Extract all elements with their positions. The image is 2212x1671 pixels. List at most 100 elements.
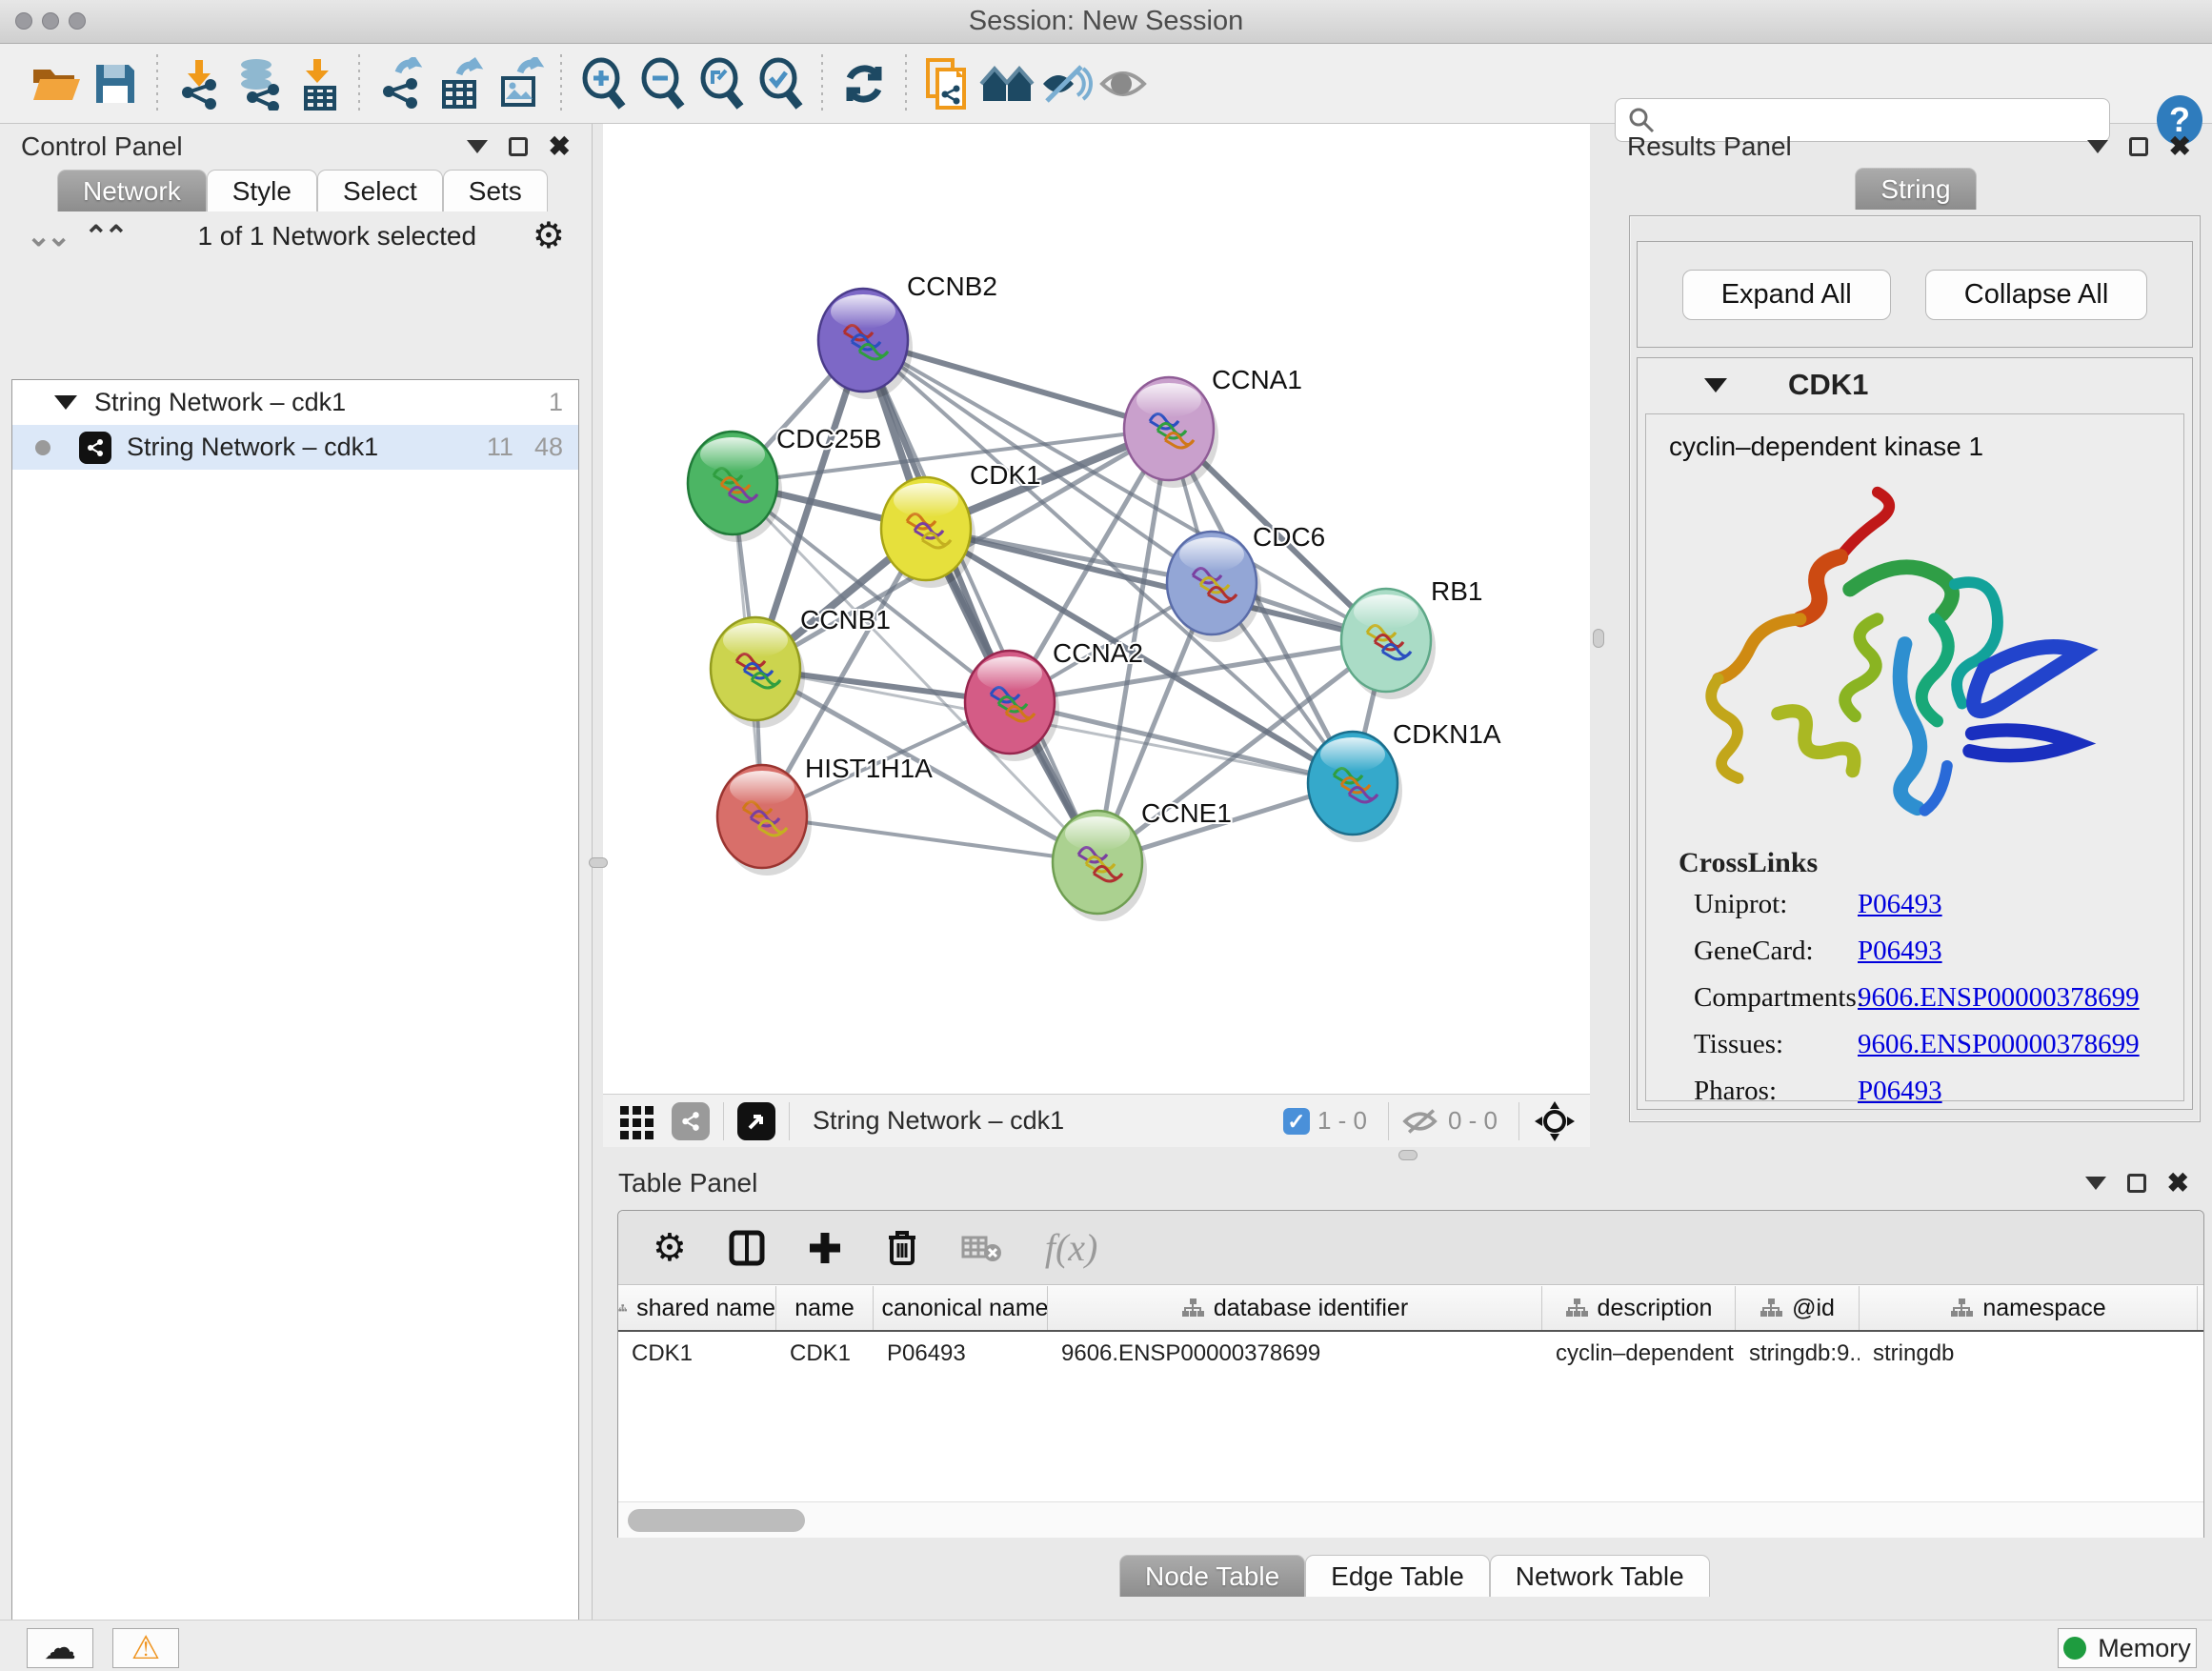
table-row[interactable]: CDK1CDK1P064939606.ENSP00000378699cyclin… — [618, 1332, 2203, 1376]
cell-database-identifier[interactable]: 9606.ENSP00000378699 — [1048, 1340, 1542, 1367]
panel-menu-icon[interactable] — [467, 140, 488, 153]
network-node-CDC6[interactable]: CDC6 — [1167, 522, 1325, 642]
cell-canonical-name[interactable]: P06493 — [874, 1340, 1048, 1367]
zoom-in-button[interactable] — [573, 54, 633, 113]
pharos-link[interactable]: P06493 — [1858, 1076, 1942, 1107]
column-header-description[interactable]: description — [1542, 1286, 1736, 1330]
network-badge-icon[interactable] — [672, 1102, 710, 1140]
tab-network-table[interactable]: Network Table — [1490, 1555, 1710, 1597]
network-overview-button[interactable] — [977, 54, 1036, 113]
export-network-button[interactable] — [372, 54, 431, 113]
panel-float-icon[interactable] — [2129, 137, 2148, 156]
cloud-button[interactable]: ☁ — [27, 1628, 93, 1668]
expand-all-networks-icon[interactable]: ⌄⌄ — [27, 220, 67, 253]
show-columns-icon[interactable] — [729, 1230, 765, 1266]
collapse-triangle-icon[interactable] — [54, 395, 77, 410]
network-options-gear-icon[interactable]: ⚙ — [533, 218, 565, 254]
import-network-from-database-button[interactable] — [229, 54, 288, 113]
column-header-name[interactable]: name — [776, 1286, 874, 1330]
network-name: String Network – cdk1 — [127, 433, 378, 462]
network-view-canvas[interactable]: CCNB2CCNA1CDC25BCDK1CDC6RB1CCNB1CCNA2CDK… — [603, 124, 1590, 1094]
save-session-button[interactable] — [86, 54, 145, 113]
birds-eye-crosshair-icon[interactable] — [1533, 1099, 1577, 1143]
tab-node-table[interactable]: Node Table — [1119, 1555, 1305, 1597]
delete-table-icon[interactable] — [961, 1232, 1003, 1264]
close-window-button[interactable] — [15, 12, 32, 30]
column-header-@id[interactable]: @id — [1736, 1286, 1860, 1330]
collapse-all-networks-icon[interactable]: ⌃⌃ — [84, 220, 124, 253]
node-table: shared namenamecanonical namedatabase id… — [618, 1286, 2203, 1501]
selected-checkbox-icon[interactable]: ✓ — [1283, 1108, 1310, 1135]
tab-edge-table[interactable]: Edge Table — [1305, 1555, 1490, 1597]
network-node-CDKN1A[interactable]: CDKN1A — [1308, 719, 1501, 842]
network-node-RB1[interactable]: RB1 — [1341, 576, 1482, 699]
duplicate-network-button[interactable] — [918, 54, 977, 113]
network-edge[interactable] — [762, 816, 1097, 862]
tab-network[interactable]: Network — [57, 170, 207, 211]
network-edge[interactable] — [863, 340, 1097, 862]
tab-string[interactable]: String — [1855, 168, 1976, 210]
panel-close-icon[interactable]: ✖ — [549, 137, 571, 156]
delete-column-trash-icon[interactable] — [885, 1229, 919, 1267]
detach-view-icon[interactable] — [737, 1102, 775, 1140]
export-table-button[interactable] — [431, 54, 490, 113]
zoom-selected-button[interactable] — [751, 54, 810, 113]
cell-@id[interactable]: stringdb:9... — [1736, 1340, 1860, 1367]
tab-select[interactable]: Select — [317, 170, 443, 211]
panel-menu-icon[interactable] — [2085, 1177, 2106, 1190]
scrollbar-thumb[interactable] — [628, 1509, 805, 1532]
tab-sets[interactable]: Sets — [443, 170, 548, 211]
import-network-from-file-button[interactable] — [170, 54, 229, 113]
genecard-link[interactable]: P06493 — [1858, 936, 1942, 967]
table-settings-gear-icon[interactable]: ⚙ — [653, 1226, 687, 1270]
apply-preferred-layout-button[interactable] — [835, 54, 894, 113]
maximize-window-button[interactable] — [69, 12, 86, 30]
table-horizontal-scrollbar[interactable] — [618, 1501, 2203, 1538]
zoom-fit-button[interactable] — [692, 54, 751, 113]
column-header-namespace[interactable]: namespace — [1860, 1286, 2198, 1330]
import-table-from-file-button[interactable] — [288, 54, 347, 113]
cell-name[interactable]: CDK1 — [776, 1340, 874, 1367]
compartments-link[interactable]: 9606.ENSP00000378699 — [1858, 982, 2140, 1014]
export-image-button[interactable] — [490, 54, 549, 113]
network-node-CDK1[interactable]: CDK1 — [881, 460, 1041, 588]
network-collection-row[interactable]: String Network – cdk1 1 — [12, 380, 578, 425]
cell-shared-name[interactable]: CDK1 — [618, 1340, 776, 1367]
show-graphics-details-button[interactable] — [1096, 54, 1155, 113]
grid-mode-icon[interactable] — [616, 1100, 658, 1142]
collapse-gene-icon[interactable] — [1704, 378, 1727, 393]
uniprot-link[interactable]: P06493 — [1858, 889, 1942, 920]
left-splitter-handle[interactable] — [589, 857, 608, 868]
panel-close-icon[interactable]: ✖ — [2167, 1174, 2189, 1193]
warnings-button[interactable]: ⚠ — [112, 1628, 179, 1668]
network-node-HIST1H1A[interactable]: HIST1H1A — [717, 754, 933, 876]
collapse-all-button[interactable]: Collapse All — [1925, 270, 2148, 320]
panel-menu-icon[interactable] — [2087, 140, 2108, 153]
tissues-link[interactable]: 9606.ENSP00000378699 — [1858, 1029, 2140, 1060]
hide-graphics-details-button[interactable] — [1036, 54, 1096, 113]
column-header-shared-name[interactable]: shared name — [618, 1286, 776, 1330]
column-header-canonical-name[interactable]: canonical name — [874, 1286, 1048, 1330]
expand-all-button[interactable]: Expand All — [1682, 270, 1891, 320]
minimize-window-button[interactable] — [42, 12, 59, 30]
open-session-button[interactable] — [27, 54, 86, 113]
panel-close-icon[interactable]: ✖ — [2169, 137, 2191, 156]
panel-float-icon[interactable] — [509, 137, 528, 156]
panel-float-icon[interactable] — [2127, 1174, 2146, 1193]
tab-style[interactable]: Style — [207, 170, 317, 211]
crosslink-label: Pharos: — [1679, 1076, 1858, 1107]
cell-description[interactable]: cyclin–dependent ... — [1542, 1340, 1736, 1367]
network-row[interactable]: String Network – cdk1 11 48 — [12, 425, 578, 470]
function-builder-icon[interactable]: f(x) — [1045, 1225, 1098, 1270]
network-node-CCNE1[interactable]: CCNE1 — [1053, 798, 1232, 921]
zoom-out-button[interactable] — [633, 54, 692, 113]
cell-namespace[interactable]: stringdb — [1860, 1340, 2198, 1367]
network-edge[interactable] — [1010, 702, 1353, 783]
add-column-icon[interactable] — [807, 1230, 843, 1266]
memory-button[interactable]: Memory — [2058, 1628, 2197, 1668]
column-header-database-identifier[interactable]: database identifier — [1048, 1286, 1542, 1330]
node-label: CCNB2 — [907, 272, 997, 301]
network-node-CCNB1[interactable]: CCNB1 — [711, 605, 891, 728]
right-splitter-handle[interactable] — [1593, 629, 1604, 648]
network-graph[interactable]: CCNB2CCNA1CDC25BCDK1CDC6RB1CCNB1CCNA2CDK… — [603, 124, 1590, 1094]
